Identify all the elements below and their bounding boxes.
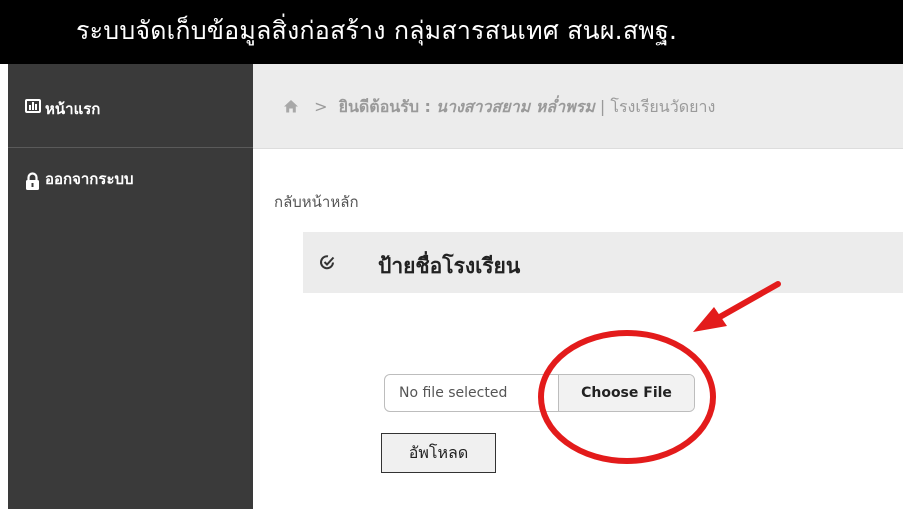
- upload-button[interactable]: อัพโหลด: [381, 433, 496, 473]
- edit-check-icon: [320, 255, 335, 270]
- sidebar: หน้าแรก ออกจากระบบ: [8, 64, 253, 509]
- breadcrumb: > ยินดีต้อนรับ : นางสาวสยาม หล่ำพรม | โร…: [253, 64, 903, 149]
- choose-file-button[interactable]: Choose File: [558, 375, 694, 411]
- file-status-text: No file selected: [399, 385, 508, 401]
- panel-title: ป้ายชื่อโรงเรียน: [378, 254, 521, 278]
- home-icon[interactable]: [283, 99, 299, 113]
- bar-chart-icon: [25, 99, 41, 113]
- user-name: นางสาวสยาม หล่ำพรม: [436, 97, 595, 116]
- top-header: ระบบจัดเก็บข้อมูลสิ่งก่อสร้าง กลุ่มสารสน…: [0, 0, 903, 64]
- panel-header: ป้ายชื่อโรงเรียน: [303, 232, 903, 293]
- sidebar-item-home[interactable]: หน้าแรก: [8, 64, 253, 148]
- welcome-label: ยินดีต้อนรับ :: [338, 97, 431, 116]
- file-input[interactable]: No file selected Choose File: [384, 374, 695, 412]
- sidebar-item-label: หน้าแรก: [45, 100, 101, 118]
- sidebar-item-logout[interactable]: ออกจากระบบ: [8, 149, 253, 233]
- back-to-home-link[interactable]: กลับหน้าหลัก: [274, 190, 359, 214]
- sidebar-item-label: ออกจากระบบ: [45, 170, 134, 188]
- app-window: ระบบจัดเก็บข้อมูลสิ่งก่อสร้าง กลุ่มสารสน…: [0, 0, 903, 509]
- app-title: ระบบจัดเก็บข้อมูลสิ่งก่อสร้าง กลุ่มสารสน…: [76, 16, 678, 45]
- annotation-arrow-head: [693, 307, 727, 332]
- school-name: | โรงเรียนวัดยาง: [599, 97, 716, 116]
- lock-icon: [26, 172, 39, 190]
- breadcrumb-separator: >: [314, 97, 328, 116]
